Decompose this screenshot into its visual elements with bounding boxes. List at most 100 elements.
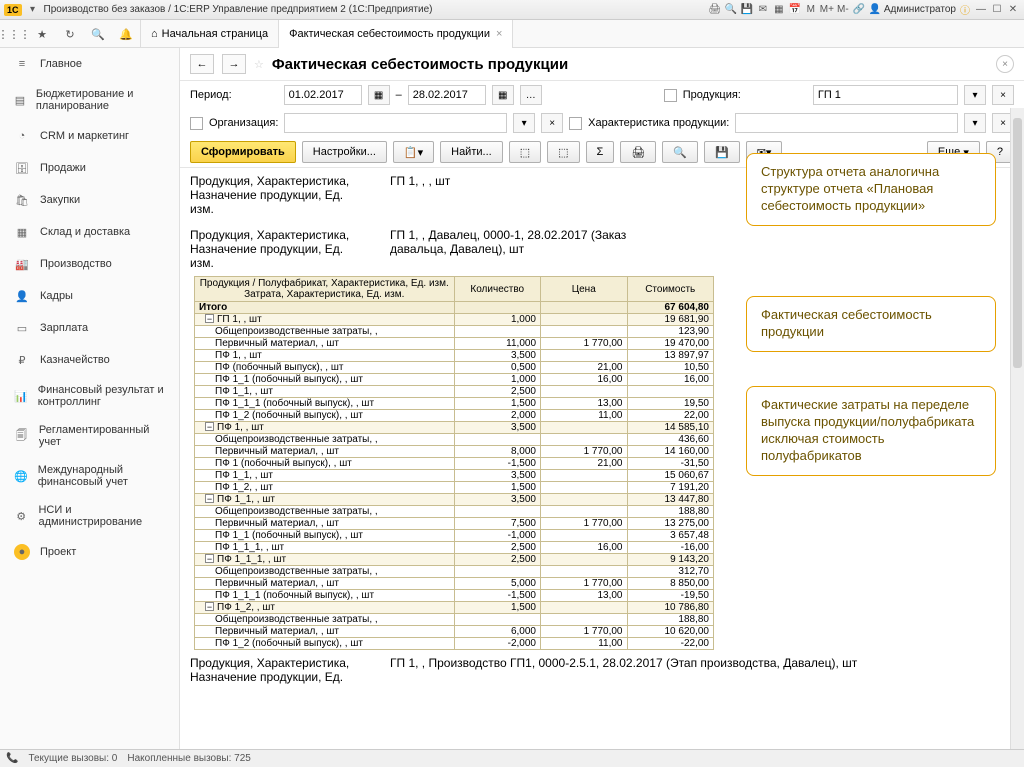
tab-cost[interactable]: Фактическая себестоимость продукции × — [279, 20, 513, 48]
collapse-button[interactable]: ⬚ — [547, 141, 579, 163]
table-row[interactable]: ПФ 1, , шт3,50013 897,97 — [195, 350, 714, 362]
apps-icon[interactable]: ⋮⋮⋮ — [0, 20, 28, 48]
char-clear-button[interactable]: ▾ — [964, 113, 986, 133]
sum-button[interactable]: Σ — [586, 141, 615, 163]
history-icon[interactable]: ↻ — [56, 20, 84, 48]
expand-button[interactable]: ⬚ — [509, 141, 541, 163]
calendar-icon[interactable]: 📅 — [788, 3, 802, 17]
calendar-to-icon[interactable]: ▦ — [492, 85, 514, 105]
expand-icon[interactable]: − — [205, 554, 214, 563]
char-checkbox[interactable] — [569, 117, 582, 130]
calendar-from-icon[interactable]: ▦ — [368, 85, 390, 105]
prod-input[interactable] — [813, 85, 958, 105]
link-icon[interactable]: 🔗 — [852, 3, 866, 17]
table-row[interactable]: −ПФ 1, , шт3,50014 585,10 — [195, 422, 714, 434]
table-row[interactable]: ПФ 1_1, , шт2,500 — [195, 386, 714, 398]
prod-checkbox[interactable] — [664, 89, 677, 102]
sidebar-item-8[interactable]: ▭Зарплата — [0, 312, 179, 344]
scrollbar[interactable] — [1010, 108, 1024, 749]
table-row[interactable]: Первичный материал, , шт7,5001 770,0013 … — [195, 518, 714, 530]
prod-clear-button[interactable]: ▾ — [964, 85, 986, 105]
star-icon[interactable]: ★ — [28, 20, 56, 48]
table-row[interactable]: ПФ 1_1_1 (побочный выпуск), , шт1,50013,… — [195, 398, 714, 410]
sidebar-item-2[interactable]: ◔CRM и маркетинг — [0, 120, 179, 152]
settings-button[interactable]: Настройки... — [302, 141, 387, 163]
expand-icon[interactable]: − — [205, 422, 214, 431]
sidebar-item-6[interactable]: 🏭Производство — [0, 248, 179, 280]
table-row[interactable]: ПФ 1_1_1, , шт2,50016,00-16,00 — [195, 542, 714, 554]
sidebar-item-1[interactable]: ▤Бюджетирование и планирование — [0, 80, 179, 120]
table-row[interactable]: Общепроизводственные затраты, ,436,60 — [195, 434, 714, 446]
org-clear-button[interactable]: ▾ — [513, 113, 535, 133]
m-button[interactable]: M — [804, 3, 818, 17]
period-picker-button[interactable]: … — [520, 85, 542, 105]
table-row[interactable]: ПФ 1_1 (побочный выпуск), , шт1,00016,00… — [195, 374, 714, 386]
table-row[interactable]: ПФ 1_1 (побочный выпуск), , шт-1,0003 65… — [195, 530, 714, 542]
sidebar-item-9[interactable]: ₽Казначейство — [0, 344, 179, 376]
date-from-input[interactable] — [284, 85, 362, 105]
char-input[interactable] — [735, 113, 958, 133]
page-close-button[interactable]: × — [996, 55, 1014, 73]
org-checkbox[interactable] — [190, 117, 203, 130]
table-row[interactable]: −ПФ 1_1_1, , шт2,5009 143,20 — [195, 554, 714, 566]
sidebar-item-14[interactable]: ●Проект — [0, 536, 179, 568]
expand-icon[interactable]: − — [205, 602, 214, 611]
table-row[interactable]: ПФ 1_2 (побочный выпуск), , шт-2,00011,0… — [195, 638, 714, 650]
bell-icon[interactable]: 🔔 — [112, 20, 140, 48]
forward-button[interactable]: → — [222, 54, 246, 74]
paste-button[interactable]: 📋▾ — [393, 141, 434, 163]
sidebar-item-4[interactable]: 🛍Закупки — [0, 184, 179, 216]
favorite-icon[interactable]: ☆ — [254, 58, 264, 71]
table-row[interactable]: Общепроизводственные затраты, ,312,70 — [195, 566, 714, 578]
table-row[interactable]: −ПФ 1_2, , шт1,50010 786,80 — [195, 602, 714, 614]
org-x-button[interactable]: × — [541, 113, 563, 133]
table-row[interactable]: Общепроизводственные затраты, ,123,90 — [195, 326, 714, 338]
tab-close-icon[interactable]: × — [496, 28, 502, 40]
sidebar-item-3[interactable]: 🗄Продажи — [0, 152, 179, 184]
table-row[interactable]: ПФ 1_2 (побочный выпуск), , шт2,00011,00… — [195, 410, 714, 422]
table-row[interactable]: −ПФ 1_1, , шт3,50013 447,80 — [195, 494, 714, 506]
sidebar-item-0[interactable]: ≡Главное — [0, 48, 179, 80]
expand-icon[interactable]: − — [205, 314, 214, 323]
table-row[interactable]: Итого67 604,80 — [195, 302, 714, 314]
prod-x-button[interactable]: × — [992, 85, 1014, 105]
minimize-icon[interactable]: — — [974, 3, 988, 17]
table-row[interactable]: ПФ (побочный выпуск), , шт0,50021,0010,5… — [195, 362, 714, 374]
print-icon[interactable]: 🖨 — [708, 3, 722, 17]
home-tab[interactable]: ⌂ Начальная страница — [141, 20, 279, 48]
org-input[interactable] — [284, 113, 507, 133]
table-row[interactable]: Первичный материал, , шт6,0001 770,0010 … — [195, 626, 714, 638]
expand-icon[interactable]: − — [205, 494, 214, 503]
mminus-button[interactable]: M- — [836, 3, 850, 17]
table-row[interactable]: ПФ 1_1, , шт3,50015 060,67 — [195, 470, 714, 482]
print-button[interactable]: 🖨 — [620, 141, 656, 163]
sidebar-item-12[interactable]: 🌐Международный финансовый учет — [0, 456, 179, 496]
sidebar-item-7[interactable]: 👤Кадры — [0, 280, 179, 312]
table-row[interactable]: −ГП 1, , шт1,00019 681,90 — [195, 314, 714, 326]
table-row[interactable]: Общепроизводственные затраты, ,188,80 — [195, 506, 714, 518]
maximize-icon[interactable]: ☐ — [990, 3, 1004, 17]
sidebar-item-13[interactable]: ⚙НСИ и администрирование — [0, 496, 179, 536]
calc-icon[interactable]: ▦ — [772, 3, 786, 17]
preview-icon[interactable]: 🔍 — [724, 3, 738, 17]
table-row[interactable]: Первичный материал, , шт11,0001 770,0019… — [195, 338, 714, 350]
table-row[interactable]: ПФ 1_1_1 (побочный выпуск), , шт-1,50013… — [195, 590, 714, 602]
mplus-button[interactable]: M+ — [820, 3, 834, 17]
sidebar-item-11[interactable]: 🗐Регламентированный учет — [0, 416, 179, 456]
back-button[interactable]: ← — [190, 54, 214, 74]
table-row[interactable]: Общепроизводственные затраты, ,188,80 — [195, 614, 714, 626]
table-row[interactable]: Первичный материал, , шт5,0001 770,008 8… — [195, 578, 714, 590]
search-icon[interactable]: 🔍 — [84, 20, 112, 48]
info-icon[interactable]: ⓘ — [958, 3, 972, 17]
form-button[interactable]: Сформировать — [190, 141, 296, 163]
dropdown-icon[interactable]: ▾ — [26, 3, 40, 17]
save-report-button[interactable]: 💾 — [704, 141, 740, 163]
table-row[interactable]: ПФ 1 (побочный выпуск), , шт-1,50021,00-… — [195, 458, 714, 470]
table-row[interactable]: Первичный материал, , шт8,0001 770,0014 … — [195, 446, 714, 458]
date-to-input[interactable] — [408, 85, 486, 105]
preview-button[interactable]: 🔍 — [662, 141, 698, 163]
find-button[interactable]: Найти... — [440, 141, 503, 163]
save-icon[interactable]: 💾 — [740, 3, 754, 17]
sidebar-item-5[interactable]: ▦Склад и доставка — [0, 216, 179, 248]
table-row[interactable]: ПФ 1_2, , шт1,5007 191,20 — [195, 482, 714, 494]
